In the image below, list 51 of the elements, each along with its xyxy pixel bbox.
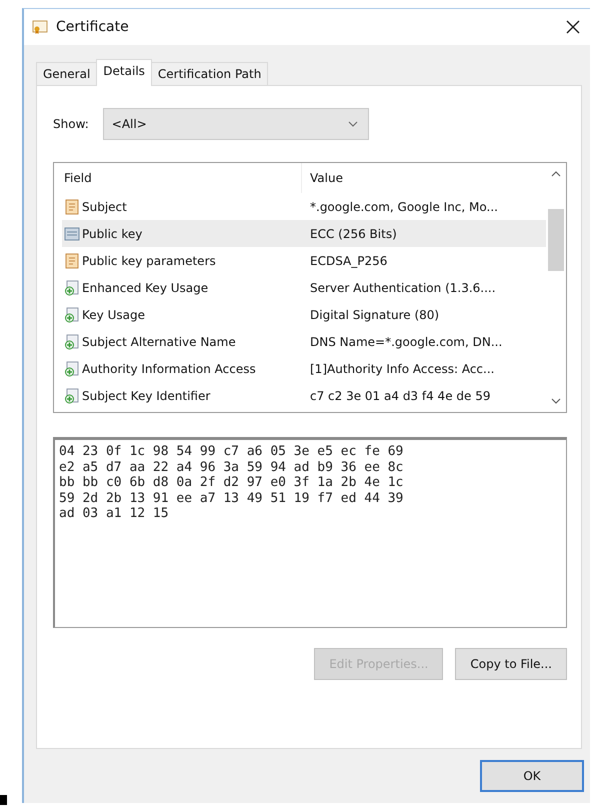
window-title: Certificate <box>56 19 130 35</box>
scroll-down-icon[interactable] <box>551 398 561 404</box>
show-dropdown[interactable]: <All> <box>102 108 369 140</box>
field-name: Key Usage <box>82 308 145 322</box>
scroll-up-icon[interactable] <box>551 171 561 177</box>
field-value: Digital Signature (80) <box>310 308 440 322</box>
list-row[interactable]: Subject Alternative Name DNS Name=*.google.com, DN... <box>62 328 546 355</box>
value-text-field[interactable]: 04 23 0f 1c 98 54 99 c7 a6 05 3e e5 ec fe 69 e2 a5 d7 aa 22 a4 96 3a 59 94 ad b9 36 ee 8c bb bb c0 6b d8 0a 2f d2 97 e0 3f 1a 2b 4e 1c 59 2d 2b 13 91 ee a7 13 49 51 19 f7 ed 44 39 ad 03 a1 12 15 <box>53 437 567 628</box>
field-name: Subject Key Identifier <box>82 388 210 402</box>
tab[interactable]: General <box>36 62 98 85</box>
show-label: Show: <box>53 117 89 131</box>
column-header[interactable]: Field <box>62 163 302 193</box>
list-row[interactable]: Subject *.google.com, Google Inc, Mo... <box>62 193 546 220</box>
column-header[interactable]: Value <box>302 163 546 193</box>
scroll-thumb[interactable] <box>548 209 564 271</box>
document-plus-icon <box>64 334 80 350</box>
dialog-button[interactable]: Copy to File... <box>455 648 567 680</box>
document-plus-icon <box>64 280 80 296</box>
list-row[interactable]: Enhanced Key Usage Server Authentication (1.3.6.... <box>62 274 546 301</box>
dropdown-value: <All> <box>112 117 147 131</box>
list-row[interactable]: Subject Key Identifier c7 c2 3e 01 a4 d3 f4 4e de 59 <box>62 382 546 409</box>
ok-button[interactable]: OK <box>480 760 584 792</box>
field-name: Public key <box>82 226 142 240</box>
document-plus-icon <box>64 388 80 404</box>
list-row[interactable]: Public key parameters ECDSA_P256 <box>62 247 546 274</box>
document-plus-icon <box>64 306 80 322</box>
document-plus-icon <box>64 360 80 376</box>
field-value: [1]Authority Info Access: Acc... <box>310 362 494 376</box>
field-value: ECC (256 Bits) <box>310 226 397 240</box>
field-name: Enhanced Key Usage <box>82 280 208 294</box>
close-icon[interactable] <box>566 20 580 34</box>
chevron-down-icon <box>348 121 358 127</box>
tab[interactable]: Certification Path <box>150 62 268 85</box>
document-icon <box>64 198 80 214</box>
list-row[interactable]: Key Usage Digital Signature (80) <box>62 301 546 328</box>
field-value: *.google.com, Google Inc, Mo... <box>310 200 498 214</box>
corner-mark <box>0 795 7 805</box>
field-value: c7 c2 3e 01 a4 d3 f4 4e de 59 <box>310 388 490 402</box>
document-icon <box>64 252 80 268</box>
key-document-icon <box>64 226 80 242</box>
field-name: Subject <box>82 200 127 214</box>
field-value: DNS Name=*.google.com, DN... <box>310 334 502 348</box>
list-row[interactable]: Authority Information Access [1]Authority Info Access: Acc... <box>62 355 546 382</box>
certificate-icon <box>32 19 48 35</box>
tab[interactable]: Details <box>96 59 152 86</box>
field-name: Public key parameters <box>82 254 216 268</box>
list-row[interactable]: Public key ECC (256 Bits) <box>62 220 546 247</box>
field-name: Authority Information Access <box>82 362 256 376</box>
field-value: Server Authentication (1.3.6.... <box>310 280 496 294</box>
field-name: Subject Alternative Name <box>82 334 236 348</box>
field-value: ECDSA_P256 <box>310 254 388 268</box>
